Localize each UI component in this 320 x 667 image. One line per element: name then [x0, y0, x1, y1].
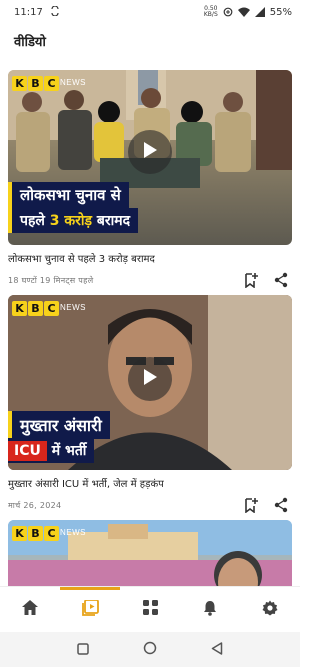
- kbc-logo: K B C: [12, 301, 59, 316]
- share-icon[interactable]: [274, 272, 288, 288]
- headline-line-1: मुख्तार अंसारी: [8, 411, 110, 439]
- nav-settings[interactable]: [240, 587, 300, 632]
- video-title[interactable]: मुख्तार अंसारी ICU में भर्ती, जेल में हड…: [8, 478, 292, 492]
- play-icon: [142, 141, 158, 163]
- bottom-nav: [0, 586, 300, 632]
- wifi-icon: [237, 7, 250, 17]
- logo-suffix: NEWS: [60, 528, 86, 537]
- app-header: वीडियो: [0, 24, 300, 58]
- video-thumbnail[interactable]: K B C NEWS लोकसभा चुनाव से पहले 3 करोड़ …: [8, 70, 292, 245]
- sync-icon: [51, 4, 59, 19]
- nav-video[interactable]: [60, 587, 120, 632]
- battery-percent: 55%: [269, 6, 292, 18]
- play-icon: [142, 368, 158, 390]
- play-button[interactable]: [128, 130, 172, 174]
- net-speed-unit: KB/S: [203, 11, 218, 18]
- nav-notifications[interactable]: [180, 587, 240, 632]
- page-title: वीडियो: [14, 35, 46, 50]
- play-button[interactable]: [128, 357, 172, 401]
- video-title[interactable]: लोकसभा चुनाव से पहले 3 करोड़ बरामद: [8, 253, 292, 267]
- nav-home[interactable]: [0, 587, 60, 632]
- recents-icon[interactable]: [77, 640, 89, 659]
- headline-line-2: ICU में भर्ती: [8, 438, 95, 463]
- grid-icon: [142, 600, 158, 619]
- video-card[interactable]: K B C NEWS मुख्तार अंसारी ICU में भर्ती …: [8, 295, 292, 514]
- video-thumbnail[interactable]: K B C NEWS: [8, 520, 292, 588]
- system-nav-bar: [0, 632, 300, 667]
- status-time: 11:17: [14, 6, 43, 18]
- video-actions: [244, 272, 292, 288]
- video-meta: 18 घण्टों 19 मिनट्स पहले: [8, 271, 292, 289]
- video-icon: [81, 598, 99, 620]
- video-actions: [244, 497, 292, 513]
- video-card[interactable]: K B C NEWS: [8, 520, 292, 588]
- video-time: मार्च 26, 2024: [8, 500, 62, 510]
- share-icon[interactable]: [274, 497, 288, 513]
- headline-line-1: लोकसभा चुनाव से: [8, 182, 129, 208]
- headline-line-2: पहले 3 करोड़ बरामद: [8, 208, 139, 233]
- video-meta: मार्च 26, 2024: [8, 496, 292, 514]
- status-bar: 11:17 0.50 KB/S 55%: [0, 0, 300, 24]
- data-saver-icon: [223, 7, 233, 17]
- bookmark-add-icon[interactable]: [244, 272, 258, 288]
- video-feed[interactable]: K B C NEWS लोकसभा चुनाव से पहले 3 करोड़ …: [0, 60, 300, 588]
- video-thumbnail[interactable]: K B C NEWS मुख्तार अंसारी ICU में भर्ती: [8, 295, 292, 470]
- home-circle-icon[interactable]: [143, 640, 157, 659]
- kbc-logo: K B C: [12, 526, 59, 541]
- video-card[interactable]: K B C NEWS लोकसभा चुनाव से पहले 3 करोड़ …: [8, 70, 292, 289]
- logo-suffix: NEWS: [60, 303, 86, 312]
- signal-icon: [254, 7, 265, 17]
- bell-icon: [203, 600, 217, 620]
- bookmark-add-icon[interactable]: [244, 497, 258, 513]
- back-icon[interactable]: [211, 640, 223, 659]
- video-time: 18 घण्टों 19 मिनट्स पहले: [8, 275, 94, 285]
- home-icon: [22, 600, 38, 619]
- nav-categories[interactable]: [120, 587, 180, 632]
- kbc-logo: K B C: [12, 76, 59, 91]
- logo-suffix: NEWS: [60, 78, 86, 87]
- status-indicators: 0.50 KB/S 55%: [204, 6, 292, 18]
- settings-icon: [262, 600, 278, 620]
- net-speed: 0.50 KB/S: [204, 6, 218, 18]
